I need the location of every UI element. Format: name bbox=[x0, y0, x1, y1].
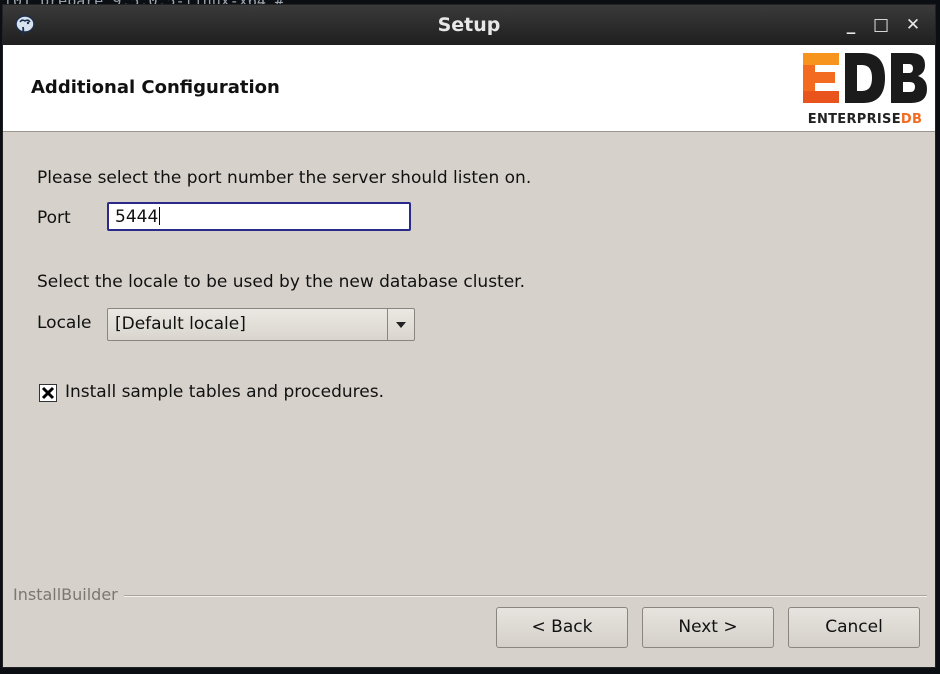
locale-prompt: Select the locale to be used by the new … bbox=[37, 272, 526, 292]
setup-window: Setup _ □ ✕ Additional Configuration ENT… bbox=[2, 4, 936, 668]
logo-subtitle: ENTERPRISEDB bbox=[801, 112, 929, 127]
locale-select[interactable]: [Default locale] bbox=[107, 308, 415, 341]
text-cursor bbox=[159, 207, 161, 225]
port-input[interactable]: 5444 bbox=[107, 202, 411, 231]
installbuilder-label: InstallBuilder bbox=[13, 585, 124, 604]
sample-tables-checkbox[interactable] bbox=[39, 384, 57, 402]
sample-tables-label[interactable]: Install sample tables and procedures. bbox=[65, 382, 384, 402]
locale-label: Locale bbox=[37, 313, 92, 333]
back-button[interactable]: < Back bbox=[496, 607, 628, 648]
port-prompt: Please select the port number the server… bbox=[37, 168, 532, 188]
form-area: Please select the port number the server… bbox=[3, 132, 935, 592]
next-button[interactable]: Next > bbox=[642, 607, 774, 648]
page-title: Additional Configuration bbox=[31, 77, 280, 98]
checkmark-x-icon bbox=[41, 386, 55, 400]
logo-subtitle-prefix: ENTERPRISE bbox=[807, 112, 901, 127]
close-icon[interactable]: ✕ bbox=[901, 13, 925, 37]
logo-subtitle-suffix: DB bbox=[900, 112, 923, 127]
maximize-icon[interactable]: □ bbox=[869, 13, 893, 37]
edb-logo: ENTERPRISEDB bbox=[801, 51, 929, 127]
locale-value: [Default locale] bbox=[115, 314, 246, 334]
edb-logo-mark bbox=[803, 53, 927, 103]
footer-divider bbox=[13, 595, 927, 597]
port-label: Port bbox=[37, 208, 71, 228]
window-title: Setup bbox=[437, 14, 501, 36]
page-header: Additional Configuration ENTERPRISEDB bbox=[3, 45, 935, 132]
chevron-down-icon[interactable] bbox=[387, 309, 414, 340]
minimize-icon[interactable]: _ bbox=[839, 13, 863, 37]
title-bar[interactable]: Setup _ □ ✕ bbox=[3, 5, 935, 46]
cancel-button[interactable]: Cancel bbox=[788, 607, 920, 648]
port-value: 5444 bbox=[115, 207, 159, 227]
